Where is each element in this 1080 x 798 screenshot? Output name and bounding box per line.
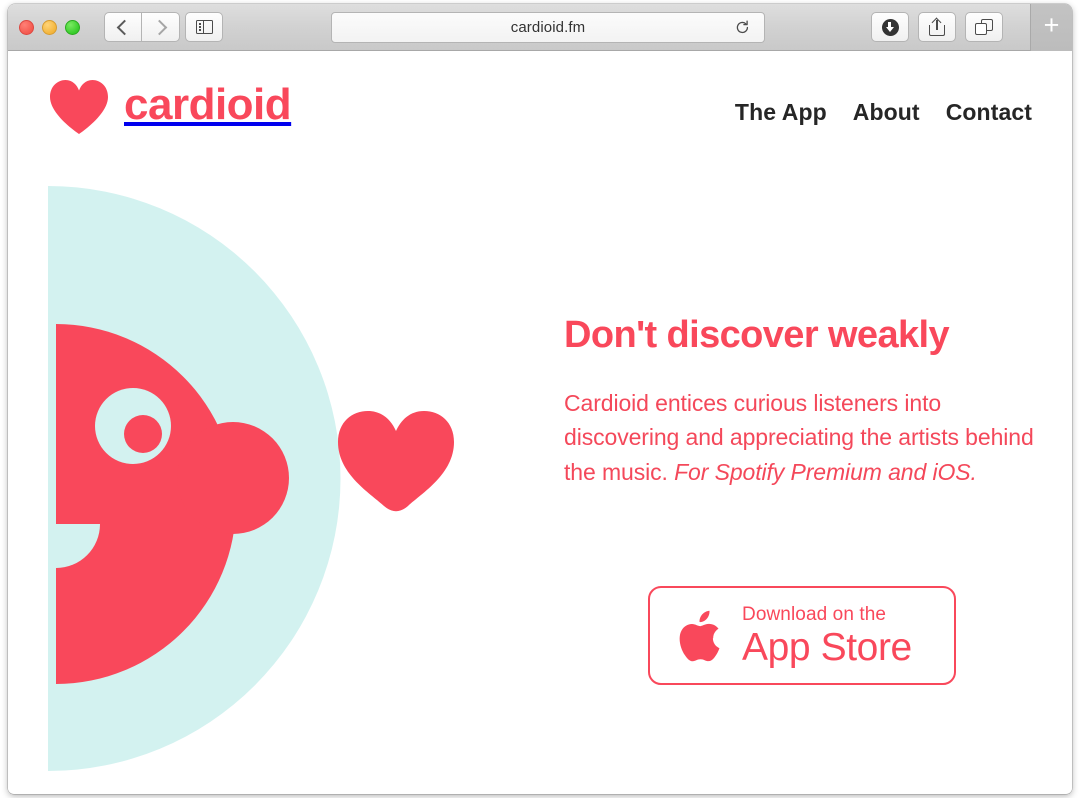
downloads-button[interactable] <box>871 12 909 42</box>
chevron-left-icon <box>116 19 133 35</box>
apple-icon <box>672 604 726 668</box>
maximize-window-button[interactable] <box>65 20 80 35</box>
toolbar-actions <box>871 12 1003 42</box>
hero-body: Cardioid entices curious listeners into … <box>564 386 1039 490</box>
hero-body-italic: For Spotify Premium and iOS. <box>674 458 977 485</box>
nav-link-the-app[interactable]: The App <box>735 99 827 126</box>
new-tab-button[interactable]: + <box>1030 4 1072 51</box>
sidebar-icon <box>195 20 213 34</box>
site-logo[interactable]: cardioid <box>48 79 292 135</box>
address-bar[interactable]: cardioid.fm <box>331 12 765 43</box>
share-button[interactable] <box>918 12 956 42</box>
app-store-labels: Download on the App Store <box>742 605 912 667</box>
hero-illustration <box>48 186 468 771</box>
close-window-button[interactable] <box>19 20 34 35</box>
site-nav: The App About Contact <box>735 99 1032 126</box>
back-button[interactable] <box>104 12 142 42</box>
window-controls <box>19 20 80 35</box>
chevron-right-icon <box>151 19 167 35</box>
nav-link-about[interactable]: About <box>853 99 920 126</box>
site-header: cardioid The App About Contact <box>8 51 1072 171</box>
page-content: cardioid The App About Contact Don't dis… <box>8 51 1072 793</box>
app-store-button[interactable]: Download on the App Store <box>648 586 956 685</box>
navigation-buttons <box>104 12 180 42</box>
reload-icon[interactable] <box>735 20 750 35</box>
logo-text: cardioid <box>124 80 292 129</box>
hero-copy: Don't discover weakly Cardioid entices c… <box>564 314 1039 685</box>
app-store-big-label: App Store <box>742 625 912 669</box>
browser-window: cardioid.fm + cardioid The App About Con… <box>8 4 1072 794</box>
hero-title: Don't discover weakly <box>564 314 950 356</box>
download-icon <box>881 18 899 36</box>
heart-icon <box>48 79 110 135</box>
share-icon <box>929 17 945 36</box>
nav-link-contact[interactable]: Contact <box>946 99 1032 126</box>
sidebar-toggle-group <box>185 12 223 42</box>
tab-overview-button[interactable] <box>965 12 1003 42</box>
forward-button[interactable] <box>142 12 180 42</box>
eye <box>95 388 171 464</box>
app-store-small-label: Download on the <box>742 603 887 625</box>
minimize-window-button[interactable] <box>42 20 57 35</box>
browser-toolbar: cardioid.fm + <box>8 4 1072 51</box>
floating-heart <box>338 411 454 512</box>
sidebar-toggle-button[interactable] <box>185 12 223 42</box>
url-text: cardioid.fm <box>510 19 586 36</box>
tabs-icon <box>975 19 993 35</box>
